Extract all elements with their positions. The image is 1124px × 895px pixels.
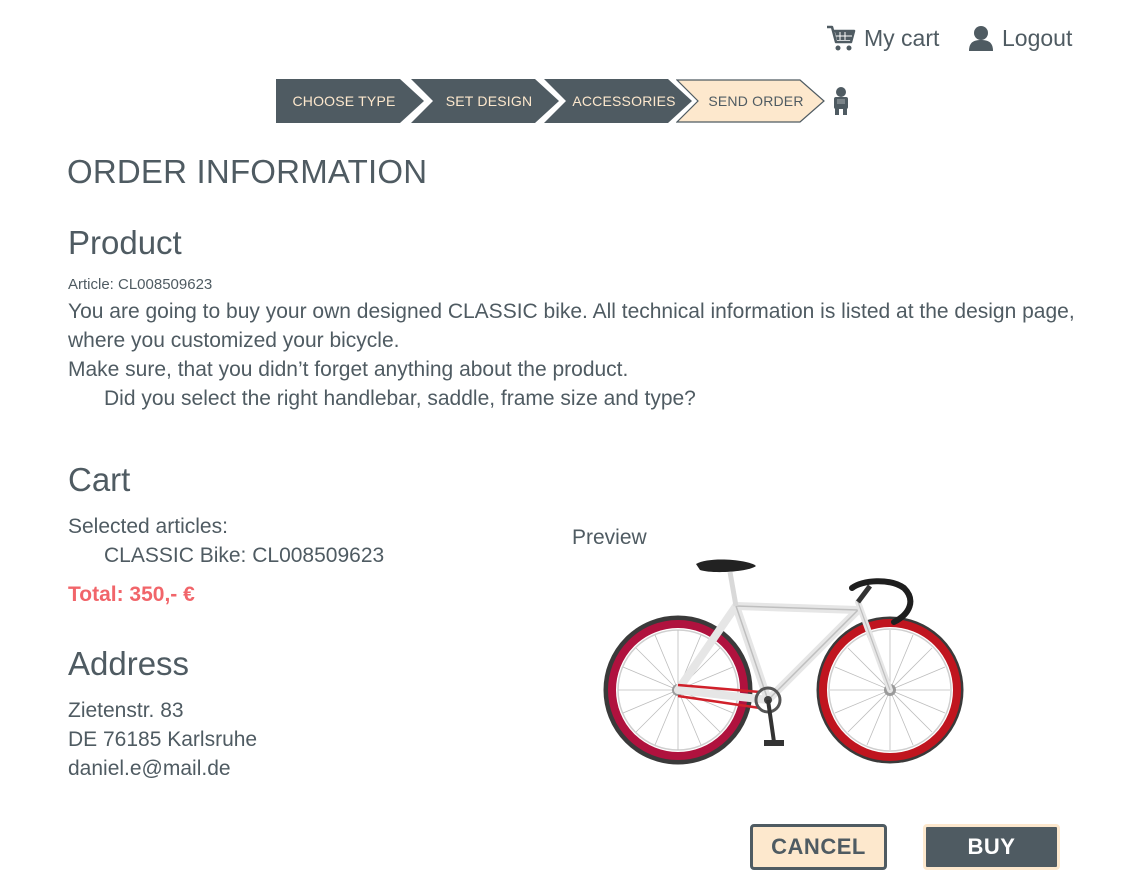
order-steps: CHOOSE TYPE SET DESIGN ACCESSORIES SEND … <box>276 79 848 123</box>
step-accessories[interactable]: ACCESSORIES <box>544 79 694 123</box>
logout-link[interactable]: Logout <box>968 24 1072 52</box>
step-choose-type[interactable]: CHOOSE TYPE <box>276 79 426 123</box>
product-line-1: You are going to buy your own designed C… <box>68 300 1075 352</box>
address-heading: Address <box>68 645 190 682</box>
bike-preview-image <box>600 552 970 777</box>
my-cart-link[interactable]: My cart <box>826 24 939 52</box>
preview-label: Preview <box>572 526 647 549</box>
step-set-design[interactable]: SET DESIGN <box>411 79 561 123</box>
cart-heading: Cart <box>68 461 131 498</box>
step-send-order[interactable]: SEND ORDER <box>676 79 826 123</box>
product-line-2: Make sure, that you didn’t forget anythi… <box>68 358 629 381</box>
page-title: ORDER INFORMATION <box>67 153 428 190</box>
address-email: daniel.e@mail.de <box>68 757 231 780</box>
step-label: CHOOSE TYPE <box>292 93 396 109</box>
article-number: Article: CL008509623 <box>68 276 213 293</box>
product-description: You are going to buy your own designed C… <box>68 297 1083 413</box>
my-cart-label: My cart <box>864 24 940 51</box>
cart-item: CLASSIC Bike: CL008509623 <box>104 544 385 567</box>
person-step-icon <box>830 86 852 121</box>
step-label: SEND ORDER <box>708 93 804 109</box>
logout-label: Logout <box>1002 24 1073 51</box>
step-label: SET DESIGN <box>445 93 533 109</box>
order-total: Total: 350,- € <box>68 583 195 606</box>
selected-articles-label: Selected articles: <box>68 515 228 538</box>
address-block: Zietenstr. 83 DE 76185 Karlsruhe daniel.… <box>68 696 257 783</box>
cart-icon <box>826 24 856 52</box>
product-heading: Product <box>68 224 182 261</box>
address-street: Zietenstr. 83 <box>68 699 184 722</box>
cart-items: Selected articles: CLASSIC Bike: CL00850… <box>68 512 384 570</box>
address-city: DE 76185 Karlsruhe <box>68 728 258 751</box>
cancel-button[interactable]: CANCEL <box>750 824 887 870</box>
step-label: ACCESSORIES <box>572 93 676 109</box>
buy-button[interactable]: BUY <box>923 824 1060 870</box>
product-line-3: Did you select the right handlebar, sadd… <box>104 387 696 410</box>
user-icon <box>968 24 994 52</box>
